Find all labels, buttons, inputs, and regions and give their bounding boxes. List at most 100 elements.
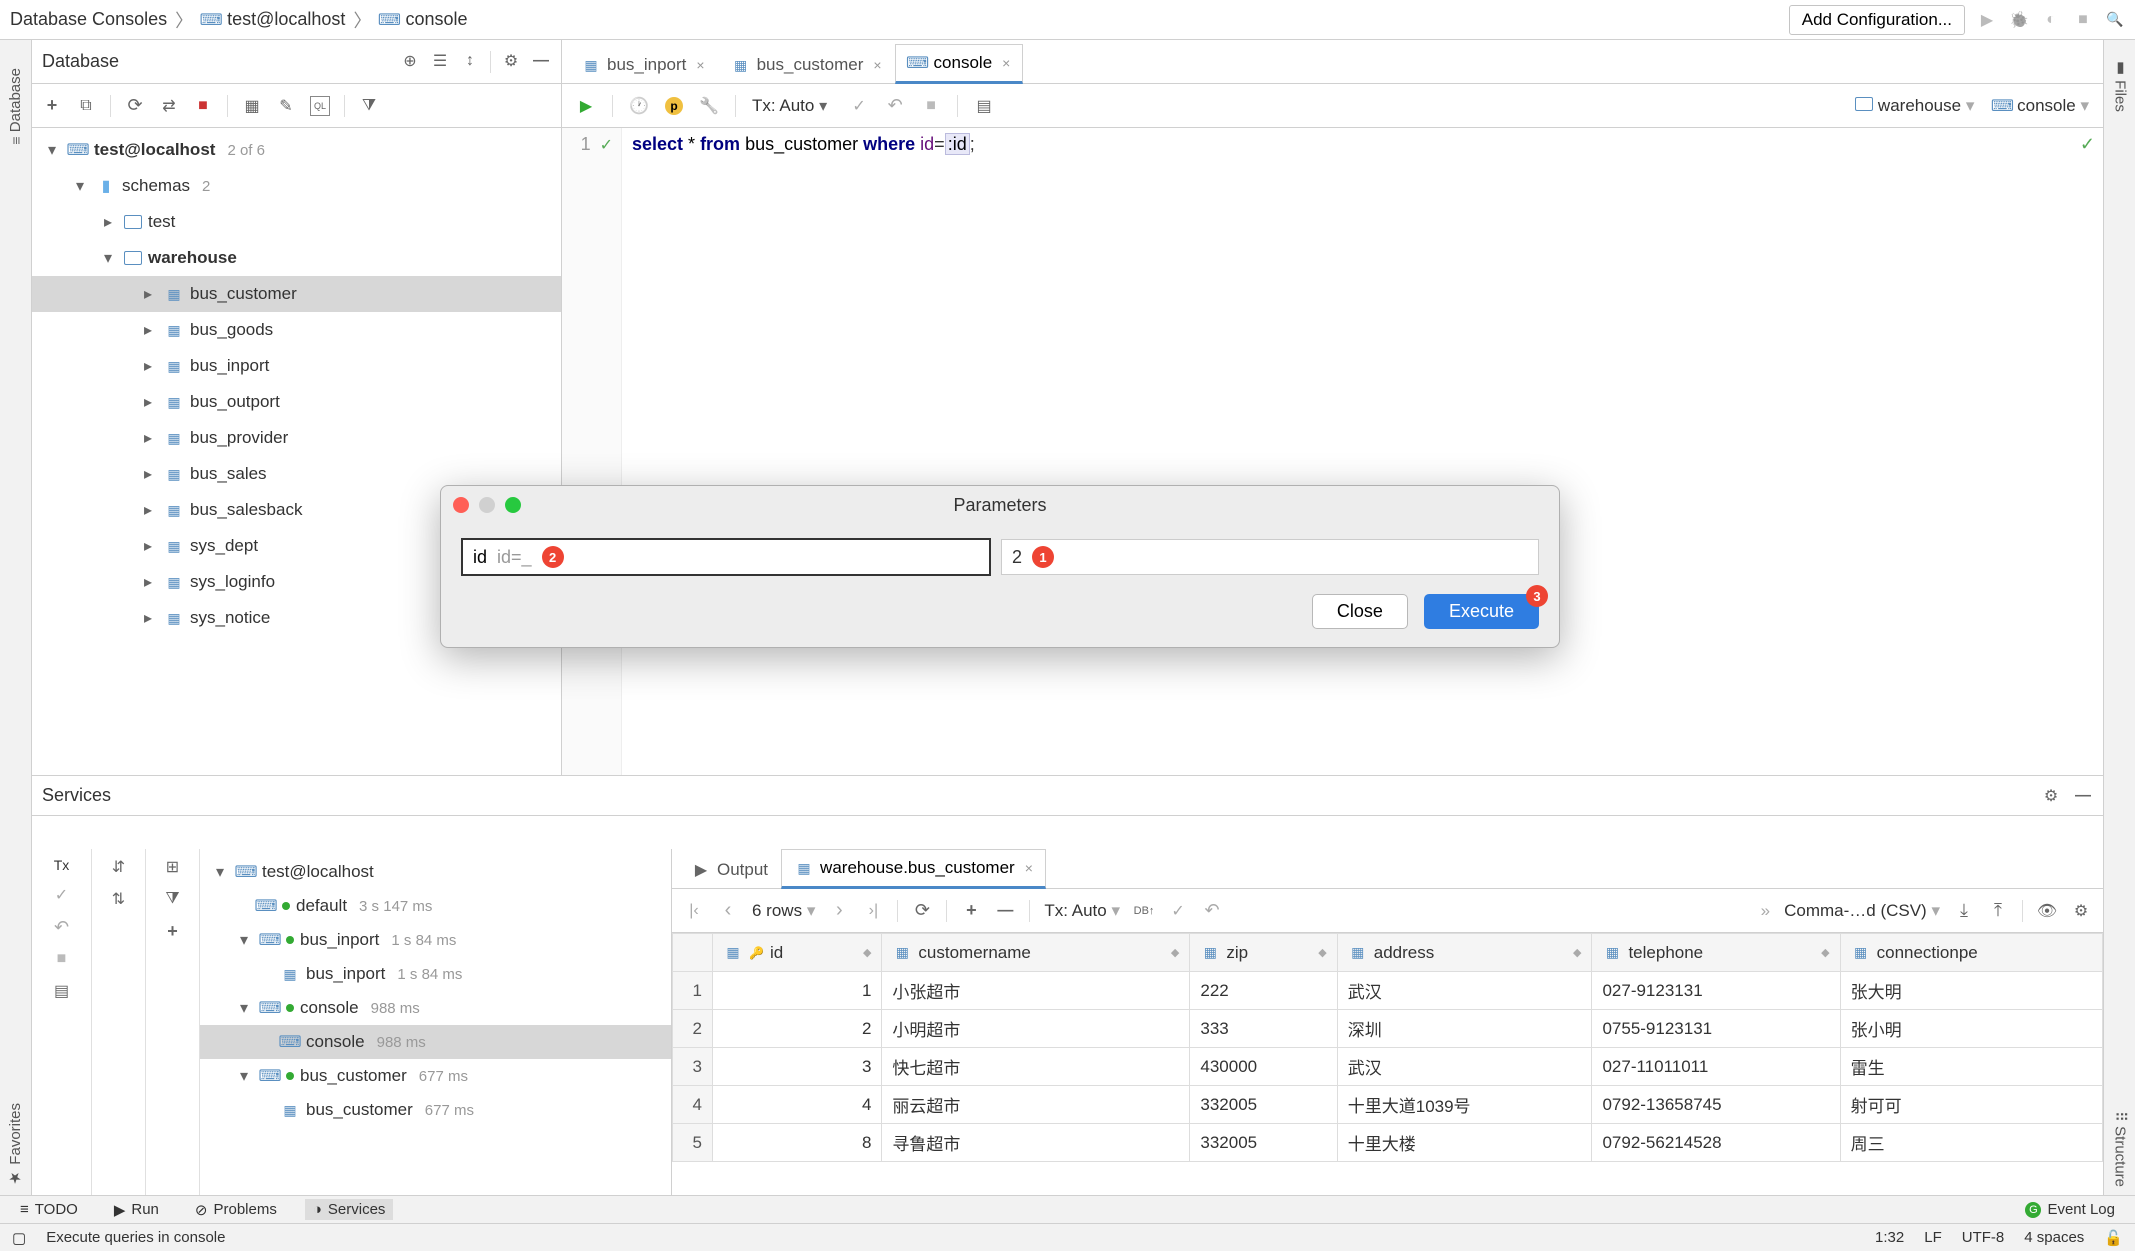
gear-icon[interactable] [2041, 786, 2061, 806]
sort-icon[interactable]: ◆ [863, 946, 871, 959]
sync-icon[interactable]: ⇄ [159, 96, 179, 116]
zoom-window-icon[interactable] [505, 497, 521, 513]
collapse-all-icon[interactable]: ⇅ [109, 889, 129, 909]
wrench-icon[interactable] [699, 96, 719, 116]
download-icon[interactable] [1954, 901, 1974, 921]
parameter-selector[interactable]: id id=_ 2 [461, 538, 991, 576]
indent-setting[interactable]: 4 spaces [2024, 1229, 2084, 1246]
tx-mode-dropdown[interactable]: Tx: Auto [752, 96, 833, 116]
close-icon[interactable]: × [873, 57, 881, 73]
breadcrumb-item[interactable]: Database Consoles [10, 9, 167, 30]
view-icon[interactable]: ▤ [974, 96, 994, 116]
event-log-tool-tab[interactable]: G Event Log [2017, 1199, 2123, 1220]
rollback-icon[interactable] [52, 917, 72, 937]
commit-icon[interactable] [849, 96, 869, 116]
add-icon[interactable] [42, 96, 62, 116]
editor-tab[interactable]: ▦bus_customer× [718, 46, 895, 83]
rows-dropdown[interactable]: 6 rows ▾ [752, 901, 815, 921]
duplicate-icon[interactable]: ⧉ [76, 96, 96, 116]
lock-icon[interactable]: 🔓 [2104, 1229, 2123, 1247]
result-tab-active[interactable]: ▦warehouse.bus_customer× [781, 849, 1046, 889]
expand-all-icon[interactable]: ⇵ [109, 857, 129, 877]
minimize-window-icon[interactable] [479, 497, 495, 513]
services-tool-tab[interactable]: ◑ Services [305, 1199, 394, 1220]
table-row[interactable]: 22小明超市333深圳0755-9123131张小明 [673, 1010, 2103, 1048]
execute-button[interactable]: Execute3 [1424, 594, 1539, 629]
sort-icon[interactable]: ◆ [1171, 946, 1179, 959]
database-tool-tab[interactable]: Database [7, 60, 24, 153]
caret-position[interactable]: 1:32 [1875, 1229, 1904, 1246]
close-window-icon[interactable] [453, 497, 469, 513]
add-row-icon[interactable] [961, 901, 981, 921]
structure-tool-tab[interactable]: ⠿ Structure [2111, 1103, 2129, 1195]
dialog-titlebar[interactable]: Parameters [441, 486, 1559, 524]
execute-icon[interactable] [576, 96, 596, 116]
group-icon[interactable]: ⊞ [163, 857, 183, 877]
favorites-tool-tab[interactable]: ★ Favorites [7, 1095, 25, 1195]
filter-icon[interactable]: ⧩ [163, 889, 183, 909]
editor-tab[interactable]: ▦bus_inport× [568, 46, 718, 83]
table-row[interactable]: 11小张超市222武汉027-9123131张大明 [673, 972, 2103, 1010]
upload-icon[interactable] [1988, 901, 2008, 921]
new-icon[interactable]: ⊕ [400, 51, 420, 71]
cancel-icon[interactable] [921, 96, 941, 116]
todo-tool-tab[interactable]: ≡ TODO [12, 1199, 86, 1220]
history-icon[interactable] [629, 96, 649, 116]
coverage-icon[interactable]: ◐ [2041, 10, 2061, 30]
stop-icon[interactable] [193, 96, 213, 116]
services-tree[interactable]: test@localhost default3 s 147 ms bus_inp… [200, 849, 671, 1195]
more-icon[interactable]: » [1761, 901, 1770, 921]
sql-editor[interactable]: 1 ✓ select * from bus_customer where id=… [562, 128, 2103, 775]
close-button[interactable]: Close [1312, 594, 1408, 629]
debug-icon[interactable] [2009, 10, 2029, 30]
gear-icon[interactable] [2071, 901, 2091, 921]
db-icon[interactable]: DB↑ [1134, 901, 1154, 921]
table-row[interactable]: 44丽云超市332005十里大道1039号0792-13658745射可可 [673, 1086, 2103, 1124]
breadcrumb-item[interactable]: test@localhost [201, 9, 345, 30]
filter-icon[interactable] [359, 96, 379, 116]
editor-tab-active[interactable]: console× [895, 44, 1024, 84]
commit-icon[interactable] [1168, 901, 1188, 921]
run-tool-tab[interactable]: ▶ Run [106, 1199, 167, 1221]
add-icon[interactable] [163, 921, 183, 941]
gear-icon[interactable] [501, 51, 521, 71]
commit-icon[interactable] [52, 885, 72, 905]
export-dropdown[interactable]: Comma-…d (CSV) ▾ [1784, 901, 1940, 921]
editor-code[interactable]: select * from bus_customer where id=:id; [622, 128, 2103, 775]
result-grid[interactable]: ▦🔑id◆ ▦customername◆ ▦zip◆ ▦address◆ ▦te… [672, 933, 2103, 1195]
problems-tool-tab[interactable]: ⊘ Problems [187, 1199, 285, 1221]
parameter-value-input[interactable]: 2 1 [1001, 539, 1539, 575]
show-plan-icon[interactable] [665, 97, 683, 115]
sort-icon[interactable]: ◆ [1318, 946, 1326, 959]
refresh-icon[interactable] [125, 96, 145, 116]
sort-icon[interactable]: ◆ [1821, 946, 1829, 959]
hide-icon[interactable] [531, 51, 551, 71]
rollback-icon[interactable] [1202, 901, 1222, 921]
add-configuration-button[interactable]: Add Configuration... [1789, 5, 1965, 35]
files-tool-tab[interactable]: ▮ Files [2111, 50, 2129, 120]
line-separator[interactable]: LF [1924, 1229, 1942, 1246]
tx-mode-dropdown[interactable]: Tx: Auto ▾ [1044, 901, 1120, 921]
stop-icon[interactable] [2073, 10, 2093, 30]
table-icon[interactable]: ▦ [242, 96, 262, 116]
first-page-icon[interactable] [684, 901, 704, 921]
window-controls[interactable] [453, 497, 521, 513]
edit-icon[interactable]: ✎ [276, 96, 296, 116]
file-encoding[interactable]: UTF-8 [1962, 1229, 2005, 1246]
layout-icon[interactable]: ▤ [52, 981, 72, 1001]
table-row[interactable]: 58寻鲁超市332005十里大楼0792-56214528周三 [673, 1124, 2103, 1162]
collapse-icon[interactable]: ☰ [430, 51, 450, 71]
search-icon[interactable] [2105, 10, 2125, 30]
close-icon[interactable]: × [1002, 55, 1010, 71]
target-schema-dropdown[interactable]: warehouse ▾ [1855, 96, 1974, 116]
rollback-icon[interactable] [885, 96, 905, 116]
last-page-icon[interactable] [863, 901, 883, 921]
sort-icon[interactable]: ◆ [1573, 946, 1581, 959]
run-icon[interactable] [1977, 10, 1997, 30]
cancel-icon[interactable] [52, 949, 72, 969]
quick-list-icon[interactable]: ▢ [12, 1229, 26, 1247]
view-icon[interactable] [2037, 901, 2057, 921]
breadcrumb-item[interactable]: console [379, 9, 467, 30]
reload-icon[interactable] [912, 901, 932, 921]
close-icon[interactable]: × [1025, 860, 1033, 876]
